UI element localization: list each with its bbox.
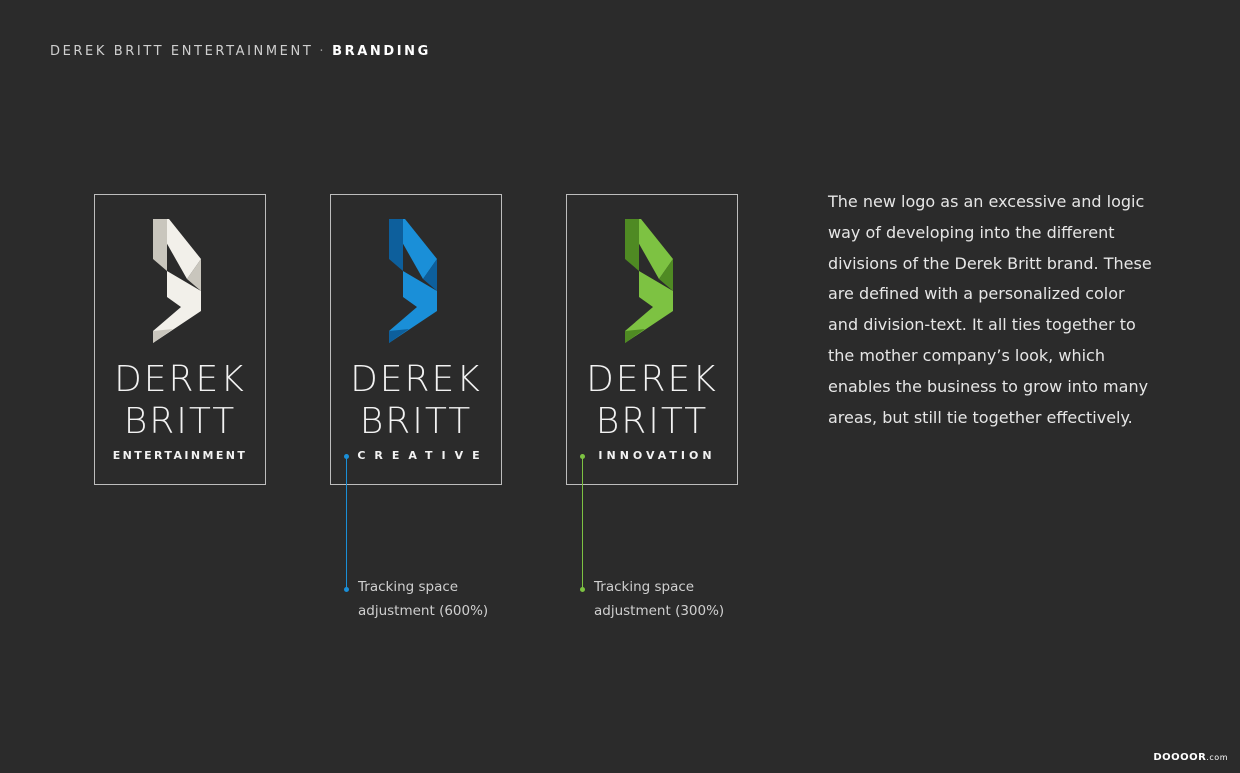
brand-name-line1: DEREK: [114, 359, 246, 400]
header-company: DEREK BRITT ENTERTAINMENT: [50, 44, 314, 59]
callout-line-innovation: [582, 458, 583, 589]
brand-name-line2: BRITT: [595, 401, 709, 442]
note-line1: Tracking space: [594, 579, 695, 595]
tracking-note-innovation: Tracking space adjustment (300%): [594, 575, 724, 623]
brand-name-line2: BRITT: [359, 401, 473, 442]
division-text: CREATIVE: [357, 449, 489, 462]
note-line2: adjustment (600%): [358, 603, 489, 619]
logo-card-creative: DEREK BRITT CREATIVE: [330, 194, 502, 485]
tracking-note-creative: Tracking space adjustment (600%): [358, 575, 488, 623]
branding-description: The new logo as an excessive and logic w…: [828, 192, 1152, 427]
brand-name-line2: BRITT: [123, 401, 237, 442]
division-text: INNOVATION: [598, 449, 716, 462]
note-line1: Tracking space: [358, 579, 459, 595]
logo-stroke-shade: [389, 219, 403, 271]
header-section: BRANDING: [332, 44, 431, 59]
b-monogram-icon: [625, 219, 673, 343]
brand-name-line1: DEREK: [350, 359, 482, 400]
callout-dot-bottom: [580, 587, 585, 592]
logo-card-innovation: DEREK BRITT INNOVATION: [566, 194, 738, 485]
logo-card-entertainment: DEREK BRITT ENTERTAINMENT: [94, 194, 266, 485]
callout-line-creative: [346, 458, 347, 589]
callout-dot-bottom: [344, 587, 349, 592]
watermark-main: DOOOOR: [1153, 752, 1207, 763]
division-text: ENTERTAINMENT: [112, 449, 248, 462]
watermark: DOOOOR.com: [1153, 752, 1228, 763]
page-header: DEREK BRITT ENTERTAINMENT · BRANDING: [50, 44, 431, 59]
b-monogram-icon: [389, 219, 437, 343]
note-line2: adjustment (300%): [594, 603, 725, 619]
logo-stroke-shade: [625, 219, 639, 271]
brand-name-line1: DEREK: [586, 359, 718, 400]
watermark-suffix: .com: [1206, 753, 1228, 762]
logo-stroke-shade: [153, 219, 167, 271]
b-monogram-icon: [153, 219, 201, 343]
header-separator: ·: [319, 44, 327, 59]
